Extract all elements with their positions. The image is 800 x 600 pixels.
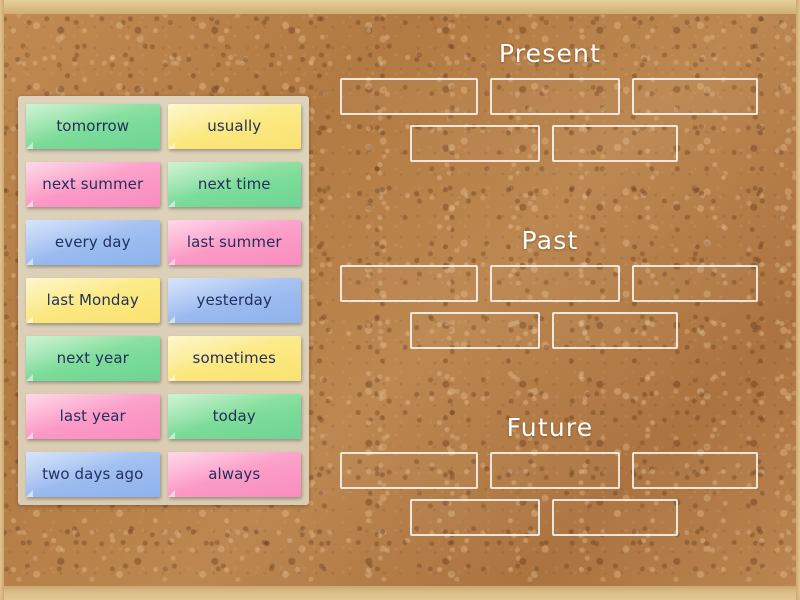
- word-card[interactable]: yesterday: [167, 278, 301, 323]
- drop-slot-past-3[interactable]: [632, 265, 758, 302]
- drop-slot-future-3[interactable]: [632, 452, 758, 489]
- word-card-label: last year: [59, 407, 126, 425]
- word-card[interactable]: next summer: [26, 162, 160, 207]
- word-card-label: next year: [56, 349, 129, 367]
- drop-slot-present-4[interactable]: [410, 125, 540, 162]
- word-card-label: last summer: [186, 233, 282, 251]
- drop-slot-present-2[interactable]: [490, 78, 620, 115]
- word-card-label: next summer: [42, 175, 144, 193]
- word-card-tray: tomorrow usually next summer next time every…: [18, 96, 309, 505]
- word-card-label: always: [208, 465, 261, 483]
- word-card[interactable]: sometimes: [167, 336, 301, 381]
- slot-row-present-2: [340, 125, 790, 162]
- drop-slot-past-2[interactable]: [490, 265, 620, 302]
- slot-row-past-1: [340, 265, 790, 302]
- board-frame-left: [0, 0, 4, 600]
- word-card-label: next time: [197, 175, 271, 193]
- word-card[interactable]: always: [167, 452, 301, 497]
- cork-board: tomorrow usually next summer next time every…: [0, 0, 800, 600]
- drop-zone-present: Present: [340, 36, 790, 162]
- board-frame-right: [796, 0, 800, 600]
- zone-title-present: Present: [498, 39, 602, 68]
- slot-row-present-1: [340, 78, 790, 115]
- word-card[interactable]: next year: [26, 336, 160, 381]
- word-card[interactable]: usually: [167, 104, 301, 149]
- word-card[interactable]: last summer: [167, 220, 301, 265]
- drop-slot-past-4[interactable]: [410, 312, 540, 349]
- drop-zone-future: Future: [340, 410, 790, 536]
- zone-title-past: Past: [521, 226, 579, 255]
- word-card[interactable]: every day: [26, 220, 160, 265]
- drop-zone-container: Present Past Future: [340, 12, 790, 588]
- slot-row-future-2: [340, 499, 790, 536]
- word-card-label: tomorrow: [56, 117, 130, 135]
- drop-slot-past-1[interactable]: [340, 265, 478, 302]
- zone-title-future: Future: [506, 413, 594, 442]
- board-frame-bottom: [0, 586, 800, 600]
- word-card[interactable]: two days ago: [26, 452, 160, 497]
- slot-row-future-1: [340, 452, 790, 489]
- word-card[interactable]: today: [167, 394, 301, 439]
- board-frame-top: [0, 0, 800, 14]
- word-card-label: last Monday: [46, 291, 139, 309]
- drop-slot-future-4[interactable]: [410, 499, 540, 536]
- word-card-label: sometimes: [192, 349, 276, 367]
- word-card-label: two days ago: [42, 465, 144, 483]
- drop-slot-past-5[interactable]: [552, 312, 678, 349]
- drop-slot-present-1[interactable]: [340, 78, 478, 115]
- word-card-label: every day: [54, 233, 131, 251]
- word-card[interactable]: tomorrow: [26, 104, 160, 149]
- word-card-grid: tomorrow usually next summer next time every…: [26, 104, 301, 500]
- word-card[interactable]: last Monday: [26, 278, 160, 323]
- drop-slot-present-5[interactable]: [552, 125, 678, 162]
- word-card[interactable]: last year: [26, 394, 160, 439]
- word-card[interactable]: next time: [167, 162, 301, 207]
- slot-row-past-2: [340, 312, 790, 349]
- drop-slot-present-3[interactable]: [632, 78, 758, 115]
- word-card-label: yesterday: [196, 291, 272, 309]
- drop-zone-past: Past: [340, 223, 790, 349]
- drop-slot-future-2[interactable]: [490, 452, 620, 489]
- word-card-label: today: [212, 407, 256, 425]
- drop-slot-future-1[interactable]: [340, 452, 478, 489]
- drop-slot-future-5[interactable]: [552, 499, 678, 536]
- word-card-label: usually: [207, 117, 262, 135]
